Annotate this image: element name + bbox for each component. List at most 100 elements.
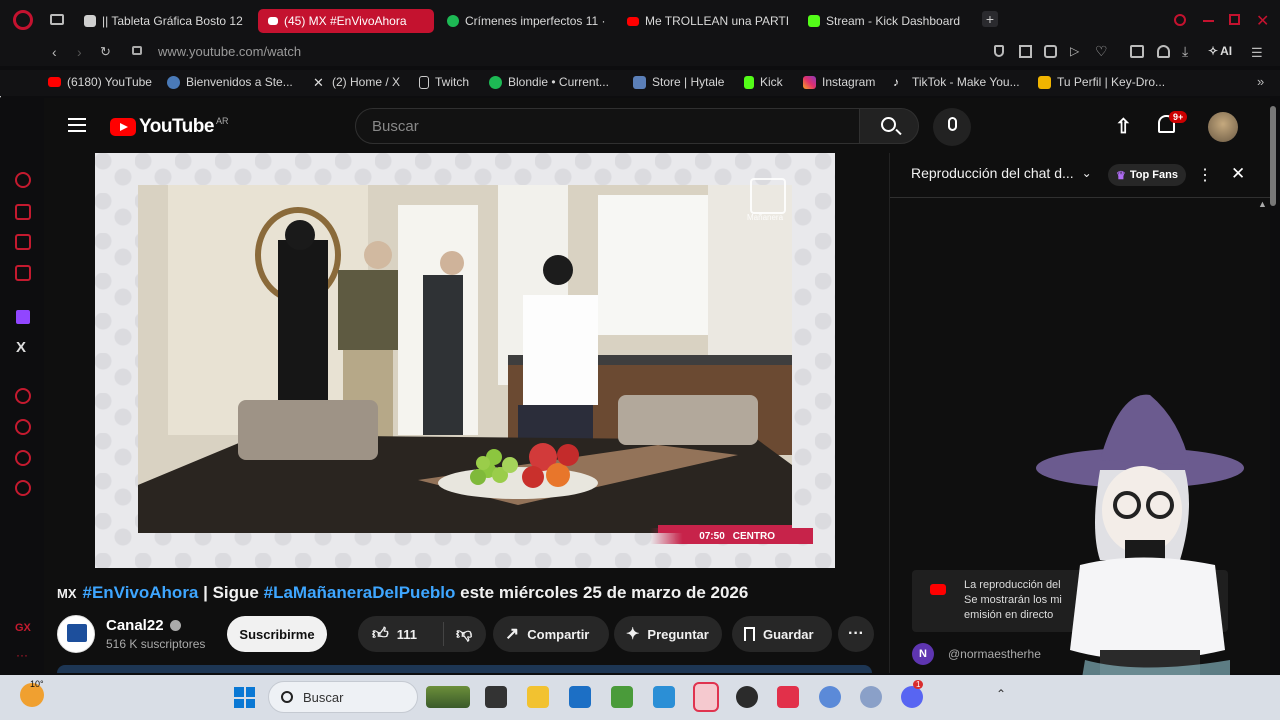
close-chat-icon[interactable]: ✕	[1231, 164, 1245, 184]
new-tab-button[interactable]: +	[982, 11, 998, 27]
app-icon-grey[interactable]	[860, 686, 882, 708]
history-sidebar-icon[interactable]	[15, 172, 31, 188]
top-fans-button[interactable]: ♛ Top Fans	[1108, 164, 1186, 186]
player-icon[interactable]	[15, 388, 31, 404]
close-window-icon[interactable]: ✕	[1256, 11, 1269, 31]
more-bookmarks-icon[interactable]: »	[1257, 74, 1264, 89]
bookmark-steam[interactable]: Bienvenidos a Ste...	[167, 75, 293, 89]
kick-icon	[744, 75, 754, 89]
start-button[interactable]	[234, 687, 255, 708]
chat-title[interactable]: Reproducción del chat d... ⌄	[911, 165, 1092, 181]
gx-icon[interactable]: GX	[15, 622, 31, 634]
bookmark-spotify[interactable]: Blondie • Current...	[489, 75, 609, 89]
bookmark-tiktok[interactable]: ♪ TikTok - Make You...	[893, 75, 1020, 89]
store-icon[interactable]	[569, 686, 591, 708]
description-box[interactable]	[57, 665, 872, 673]
youtube-logo-text: YouTube	[139, 116, 214, 137]
voice-search-button[interactable]	[933, 108, 971, 146]
like-button[interactable]: 👍︎ 111	[358, 622, 444, 646]
extensions-sidebar-icon[interactable]	[15, 450, 31, 466]
x-sidebar-icon[interactable]: X	[16, 339, 26, 356]
file-explorer-icon[interactable]	[527, 686, 549, 708]
tab-crimenes[interactable]: Crímenes imperfectos 11 ·	[447, 9, 607, 33]
opera-gx-taskbar-icon[interactable]	[693, 682, 719, 712]
tab-trollean[interactable]: Me TROLLEAN una PARTI	[627, 9, 789, 33]
subscribe-button[interactable]: Suscribirme	[227, 616, 327, 652]
hashtag-lamananera[interactable]: #LaMañaneraDelPueblo	[264, 583, 456, 602]
adblock-icon[interactable]	[1044, 45, 1057, 58]
opera-logo-icon[interactable]	[13, 10, 33, 30]
youtube-logo[interactable]: YouTube AR	[110, 116, 228, 138]
menu-icon[interactable]: ☰	[1251, 45, 1263, 61]
profile-icon[interactable]	[1157, 45, 1170, 58]
notifications-button[interactable]: 9+	[1158, 111, 1188, 133]
kitchen-scene-image	[138, 185, 792, 533]
hamburger-menu-icon[interactable]	[68, 118, 86, 132]
save-button[interactable]: Guardar	[732, 616, 832, 652]
photos-icon[interactable]	[653, 686, 675, 708]
page-scrollbar[interactable]	[1270, 106, 1276, 206]
download-icon[interactable]: ⤓	[1182, 43, 1188, 60]
minimize-icon[interactable]	[1203, 20, 1214, 22]
search-tabs-icon[interactable]	[1174, 14, 1186, 26]
video-player[interactable]: Mañanera 07:50 CENTRO	[95, 153, 835, 568]
more-sidebar-icon[interactable]: ···	[16, 648, 28, 662]
minecraft-icon[interactable]	[611, 686, 633, 708]
task-view-icon[interactable]	[485, 686, 507, 708]
aria-ai-button[interactable]: ✧ AI	[1208, 44, 1232, 58]
music-icon[interactable]	[15, 265, 31, 281]
twitch-sidebar-icon[interactable]	[16, 310, 30, 324]
tab-kick-dashboard[interactable]: Stream - Kick Dashboard	[808, 9, 968, 33]
bookmark-label: Bienvenidos a Ste...	[186, 75, 293, 89]
maximize-icon[interactable]	[1229, 14, 1240, 25]
settings-icon[interactable]	[15, 480, 31, 496]
taskbar-search[interactable]: Buscar	[268, 681, 418, 713]
bookmark-hytale[interactable]: Store | Hytale	[633, 75, 724, 89]
search-input[interactable]: Buscar	[355, 108, 860, 144]
sparkle-icon: ✧	[1208, 44, 1219, 58]
url-field[interactable]: www.youtube.com/watch	[158, 44, 301, 59]
steam-icon	[167, 75, 180, 89]
tiktok-studio-icon[interactable]	[777, 686, 799, 708]
tab-overview-icon[interactable]	[50, 14, 64, 25]
opera-sidebar: X GX ···	[0, 98, 44, 673]
tab-tableta[interactable]: || Tableta Gráfica Bosto 12	[84, 9, 244, 33]
bookmark-youtube[interactable]: (6180) YouTube	[48, 75, 152, 89]
chat-options-icon[interactable]: ⋮	[1197, 165, 1213, 185]
weather-widget[interactable]: 10°	[20, 679, 44, 707]
share-button[interactable]: ↗ Compartir	[493, 616, 609, 652]
chat-username[interactable]: @normaestherhe	[948, 647, 1041, 661]
clock-icon[interactable]	[15, 419, 31, 435]
play-icon[interactable]: ▷	[1070, 44, 1079, 58]
back-icon[interactable]: ‹	[52, 44, 57, 60]
shopping-icon[interactable]	[15, 204, 31, 220]
tray-overflow-icon[interactable]: ⌃	[996, 687, 1006, 701]
avatar[interactable]	[1208, 112, 1238, 142]
hashtag-envivoahora[interactable]: #EnVivoAhora	[83, 583, 199, 602]
dislike-button[interactable]: 👎︎	[444, 625, 472, 644]
channel-name[interactable]: Canal22	[106, 617, 181, 634]
more-actions-button[interactable]: ···	[838, 616, 874, 652]
bookmark-twitch[interactable]: Twitch	[419, 75, 469, 89]
bookmark-instagram[interactable]: Instagram	[803, 75, 875, 89]
widgets-icon[interactable]	[426, 686, 470, 708]
snapshot-icon[interactable]	[1019, 45, 1032, 58]
discord-icon[interactable]: 1	[901, 680, 924, 708]
obs-icon[interactable]	[736, 686, 758, 708]
channel-avatar[interactable]	[57, 615, 95, 653]
extensions-icon[interactable]	[1130, 45, 1144, 58]
search-button[interactable]	[859, 108, 919, 144]
upload-icon[interactable]: ⇧	[1115, 114, 1132, 139]
tab-envivoahora[interactable]: (45) MX #EnVivoAhora	[258, 9, 434, 33]
bookmark-kick[interactable]: Kick	[744, 75, 783, 89]
reload-icon[interactable]: ↻	[100, 44, 111, 60]
ask-button[interactable]: ✦ Preguntar	[614, 616, 722, 652]
messenger-icon[interactable]	[15, 234, 31, 250]
forward-icon[interactable]: ›	[77, 44, 82, 60]
bookmark-x[interactable]: ✕ (2) Home / X	[313, 75, 400, 89]
bookmark-keydrop[interactable]: Tu Perfil | Key-Dro...	[1038, 75, 1165, 89]
pin-icon[interactable]	[994, 45, 1004, 57]
app-icon-blue[interactable]	[819, 686, 841, 708]
heart-icon[interactable]: ♡	[1095, 43, 1108, 60]
chat-scroll-up-icon[interactable]: ▲	[1258, 199, 1267, 209]
